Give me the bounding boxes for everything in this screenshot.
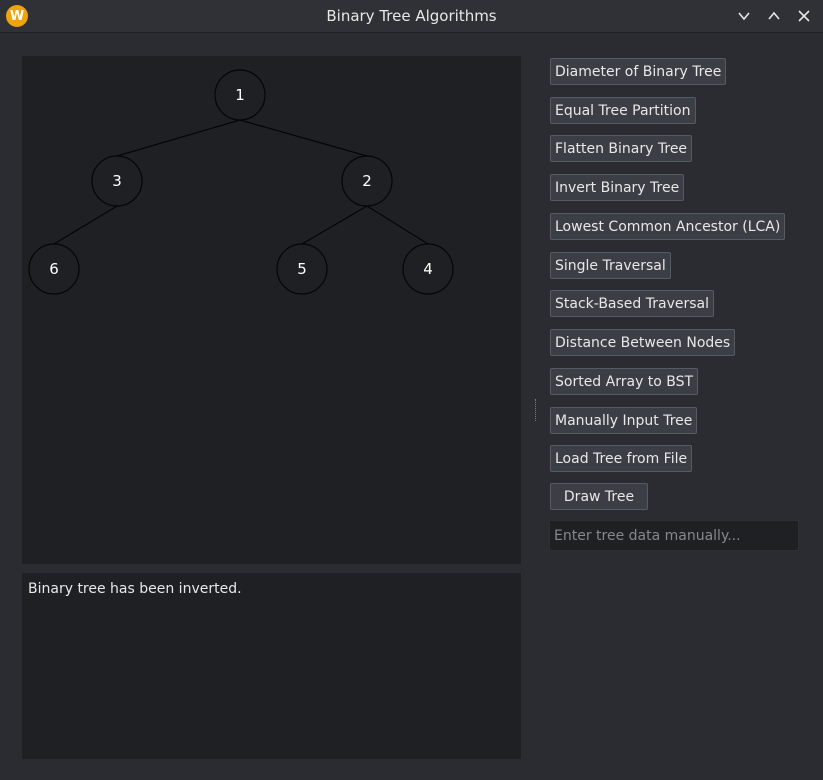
single-traversal-button[interactable]: Single Traversal bbox=[550, 252, 671, 279]
tree-node-label: 3 bbox=[112, 172, 122, 190]
window-title: Binary Tree Algorithms bbox=[326, 7, 497, 25]
tree-edge bbox=[116, 119, 241, 157]
distance-button[interactable]: Distance Between Nodes bbox=[550, 329, 736, 356]
chevron-up-icon bbox=[768, 11, 780, 20]
close-button[interactable] bbox=[794, 6, 814, 26]
tree-drawing: 1 3 2 6 5 4 bbox=[28, 69, 454, 295]
sorted-to-bst-button[interactable]: Sorted Array to BST bbox=[550, 368, 699, 395]
load-file-button[interactable]: Load Tree from File bbox=[550, 445, 693, 472]
splitter-handle[interactable] bbox=[535, 399, 539, 421]
stack-traversal-button[interactable]: Stack-Based Traversal bbox=[550, 290, 714, 317]
maximize-button[interactable] bbox=[764, 6, 784, 26]
flatten-button[interactable]: Flatten Binary Tree bbox=[550, 135, 693, 162]
minimize-button[interactable] bbox=[734, 6, 754, 26]
tree-node-label: 2 bbox=[362, 172, 372, 190]
output-message: Binary tree has been inverted. bbox=[28, 581, 242, 597]
tree-edge bbox=[301, 205, 368, 245]
output-panel: Binary tree has been inverted. bbox=[22, 573, 521, 759]
tree-node-5[interactable]: 5 bbox=[276, 243, 328, 295]
tree-edge bbox=[239, 119, 368, 157]
close-icon bbox=[798, 10, 810, 22]
chevron-down-icon bbox=[738, 12, 750, 21]
tree-node-6[interactable]: 6 bbox=[28, 243, 80, 295]
tree-node-label: 5 bbox=[297, 260, 307, 278]
lca-button[interactable]: Lowest Common Ancestor (LCA) bbox=[550, 213, 786, 240]
equal-partition-button[interactable]: Equal Tree Partition bbox=[550, 97, 696, 124]
tree-node-label: 6 bbox=[49, 260, 59, 278]
tree-node-1[interactable]: 1 bbox=[214, 69, 266, 121]
diameter-button[interactable]: Diameter of Binary Tree bbox=[550, 58, 727, 85]
tree-data-input[interactable] bbox=[549, 520, 799, 551]
title-bar: W Binary Tree Algorithms bbox=[0, 0, 823, 33]
tree-node-3[interactable]: 3 bbox=[91, 155, 143, 207]
draw-tree-button[interactable]: Draw Tree bbox=[550, 483, 648, 510]
tree-node-label: 4 bbox=[423, 260, 433, 278]
tree-canvas[interactable]: 1 3 2 6 5 4 bbox=[22, 56, 521, 564]
tree-node-label: 1 bbox=[235, 86, 245, 104]
tree-node-2[interactable]: 2 bbox=[341, 155, 393, 207]
invert-button[interactable]: Invert Binary Tree bbox=[550, 174, 685, 201]
tree-edge bbox=[366, 205, 429, 245]
manual-input-button[interactable]: Manually Input Tree bbox=[550, 407, 698, 434]
tree-node-4[interactable]: 4 bbox=[402, 243, 454, 295]
tree-edge bbox=[53, 205, 118, 245]
